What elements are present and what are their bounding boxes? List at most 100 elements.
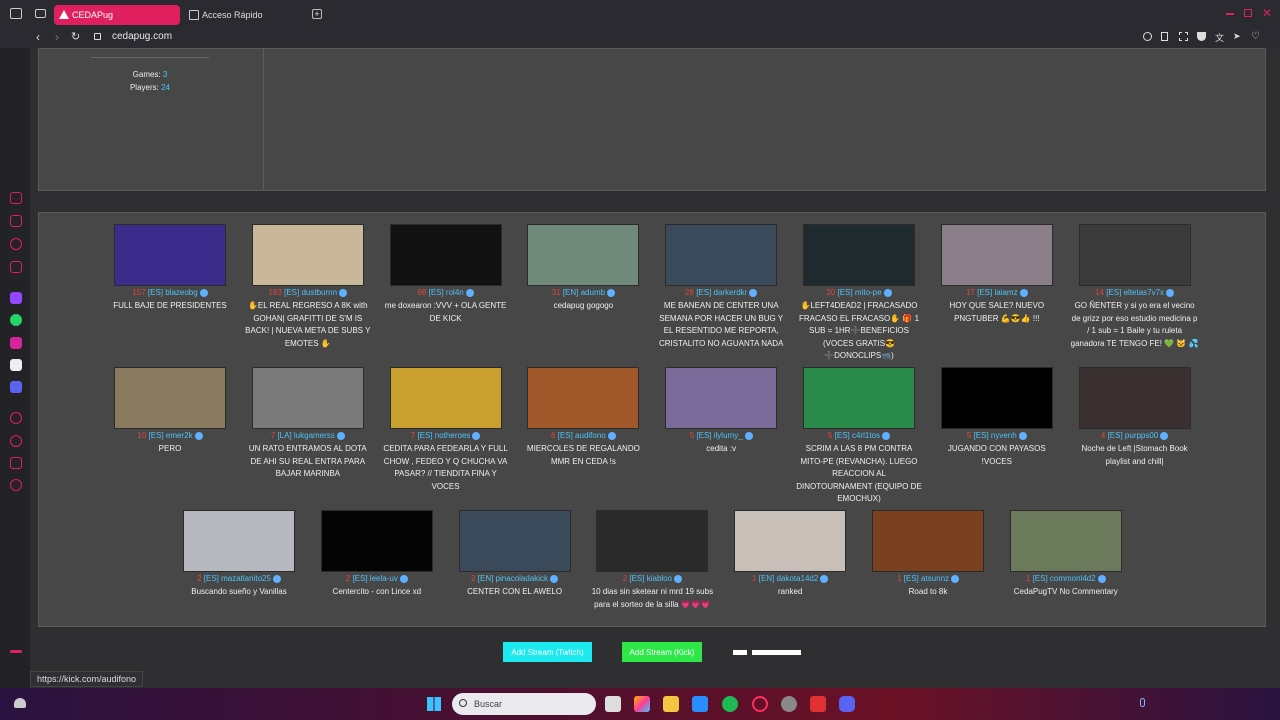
channel-name[interactable]: [ES] notheroes [417, 431, 470, 440]
workspaces-icon[interactable] [10, 8, 22, 19]
sidebar-clock-icon[interactable] [10, 435, 22, 447]
new-tab-button[interactable]: + [312, 9, 322, 19]
sidebar-cube-icon[interactable] [10, 457, 22, 469]
stream-thumbnail[interactable] [251, 367, 364, 429]
stream-thumbnail[interactable] [114, 224, 226, 286]
app-icon[interactable] [781, 696, 797, 712]
whatsapp-icon[interactable] [10, 314, 22, 326]
stream-thumbnail[interactable] [803, 367, 915, 429]
stream-meta[interactable]: 10 [ES] emer2k [106, 431, 234, 440]
stream-meta[interactable]: 14 [ES] eltetas7v7x [1071, 288, 1199, 297]
discord-icon[interactable] [10, 381, 22, 393]
stream-meta[interactable]: 2 [ES] mazatlanito25 [175, 574, 303, 583]
stream-thumbnail[interactable] [1009, 510, 1122, 572]
sidebar-ai-icon[interactable] [10, 192, 22, 204]
channel-name[interactable]: [ES] atsunnz [904, 574, 949, 583]
stream-thumbnail[interactable] [320, 510, 433, 572]
stream-thumbnail[interactable] [183, 510, 295, 572]
stream-meta[interactable]: 7 [LA] lukgamerss [244, 431, 372, 440]
windows-start-icon[interactable] [427, 697, 441, 711]
channel-name[interactable]: [ES] nyvenh [974, 431, 1017, 440]
shield-icon[interactable] [1197, 32, 1206, 41]
copilot-icon[interactable] [634, 696, 650, 712]
stream-meta[interactable]: 6 [ES] audifono [519, 431, 647, 440]
tab-cedapug[interactable]: CEDAPug [54, 5, 180, 25]
anydesk-icon[interactable] [810, 696, 826, 712]
channel-name[interactable]: [ES] commonl4d2 [1033, 574, 1096, 583]
forward-icon[interactable]: › [55, 30, 59, 44]
tiktok-icon[interactable] [10, 359, 22, 371]
channel-name[interactable]: [ES] dustburnn [284, 288, 337, 297]
channel-name[interactable]: [ES] leela-uv [352, 574, 397, 583]
zoom-icon[interactable] [1143, 32, 1152, 41]
stream-meta[interactable]: 2 [ES] leela-uv [313, 574, 441, 583]
stream-thumbnail[interactable] [1078, 224, 1191, 286]
close-icon[interactable]: ✕ [1262, 6, 1272, 20]
pin-icon[interactable] [1161, 32, 1168, 41]
send-icon[interactable]: ➤ [1233, 31, 1241, 42]
stream-thumbnail[interactable] [940, 224, 1053, 286]
stream-meta[interactable]: 183 [ES] dustburnn [244, 288, 372, 297]
instagram-icon[interactable] [10, 337, 22, 349]
reload-icon[interactable]: ↻ [71, 30, 80, 43]
taskbar-search-input[interactable]: Buscar [452, 693, 596, 715]
stream-meta[interactable]: 31 [EN] adumb [519, 288, 647, 297]
stream-thumbnail[interactable] [803, 224, 915, 286]
weather-icon[interactable] [14, 698, 26, 708]
channel-name[interactable]: [ES] emer2k [149, 431, 193, 440]
stream-thumbnail[interactable] [872, 510, 984, 572]
maximize-icon[interactable] [1244, 9, 1252, 17]
tab-manager-icon[interactable] [35, 9, 46, 18]
stream-meta[interactable]: 68 [ES] rol4n [382, 288, 510, 297]
stream-thumbnail[interactable] [596, 510, 709, 572]
stream-thumbnail[interactable] [527, 367, 640, 429]
sidebar-history-icon[interactable] [10, 412, 22, 424]
stream-meta[interactable]: 5 [ES] nyvenh [933, 431, 1061, 440]
store-icon[interactable] [692, 696, 708, 712]
stream-meta[interactable]: 28 [ES] darkerdkr [657, 288, 785, 297]
mic-icon[interactable] [1140, 698, 1145, 707]
snapshot-icon[interactable] [1179, 32, 1188, 41]
stream-thumbnail[interactable] [389, 224, 502, 286]
heart-icon[interactable]: ♡ [1251, 31, 1260, 42]
channel-name[interactable]: [ES] c4rl1tos [835, 431, 880, 440]
channel-name[interactable]: [ES] laiamz [977, 288, 1017, 297]
sidebar-list-icon[interactable] [10, 215, 22, 227]
opera-icon[interactable] [752, 696, 768, 712]
channel-name[interactable]: [ES] mito-pe [838, 288, 882, 297]
stream-thumbnail[interactable] [527, 224, 640, 286]
add-twitch-stream-button[interactable]: Add Stream (Twitch) [503, 642, 592, 662]
channel-name[interactable]: [LA] lukgamerss [277, 431, 334, 440]
stream-meta[interactable]: 2 [ES] kiabloo [588, 574, 716, 583]
url-text[interactable]: cedapug.com [112, 31, 172, 42]
stream-meta[interactable]: 1 [ES] atsunnz [864, 574, 992, 583]
stream-meta[interactable]: 5 [ES] ilylumy_ [657, 431, 785, 440]
channel-name[interactable]: [ES] blazeobg [148, 288, 198, 297]
stream-meta[interactable]: 2 [EN] pinacoladakick [451, 574, 579, 583]
stream-thumbnail[interactable] [940, 367, 1053, 429]
tab-acceso-rapido[interactable]: Acceso Rápido [184, 5, 304, 25]
channel-name[interactable]: [EN] adumb [563, 288, 605, 297]
stream-meta[interactable]: 1 [ES] commonl4d2 [1002, 574, 1130, 583]
channel-name[interactable]: [ES] kiabloo [629, 574, 672, 583]
channel-name[interactable]: [ES] eltetas7v7x [1106, 288, 1164, 297]
stream-meta[interactable]: 1 [EN] dakota14d2 [726, 574, 854, 583]
add-kick-stream-button[interactable]: Add Stream (Kick) [622, 642, 702, 662]
back-icon[interactable]: ‹ [36, 30, 40, 44]
task-view-icon[interactable] [605, 696, 621, 712]
stream-thumbnail[interactable] [389, 367, 502, 429]
channel-name[interactable]: [ES] audifono [558, 431, 606, 440]
stream-meta[interactable]: 4 [ES] purpps00 [1071, 431, 1199, 440]
stream-meta[interactable]: 20 [ES] mito-pe [795, 288, 923, 297]
stream-thumbnail[interactable] [114, 367, 226, 429]
stream-meta[interactable]: 5 [ES] c4rl1tos [795, 431, 923, 440]
stream-thumbnail[interactable] [458, 510, 571, 572]
channel-name[interactable]: [ES] mazatlanito25 [204, 574, 271, 583]
toggle-indicator-short[interactable] [733, 650, 747, 655]
twitch-icon[interactable] [10, 292, 22, 304]
discord-taskbar-icon[interactable] [839, 696, 855, 712]
channel-name[interactable]: [ES] rol4n [429, 288, 464, 297]
stream-thumbnail[interactable] [251, 224, 364, 286]
toggle-indicator-long[interactable] [752, 650, 801, 655]
sidebar-settings-icon[interactable] [10, 479, 22, 491]
